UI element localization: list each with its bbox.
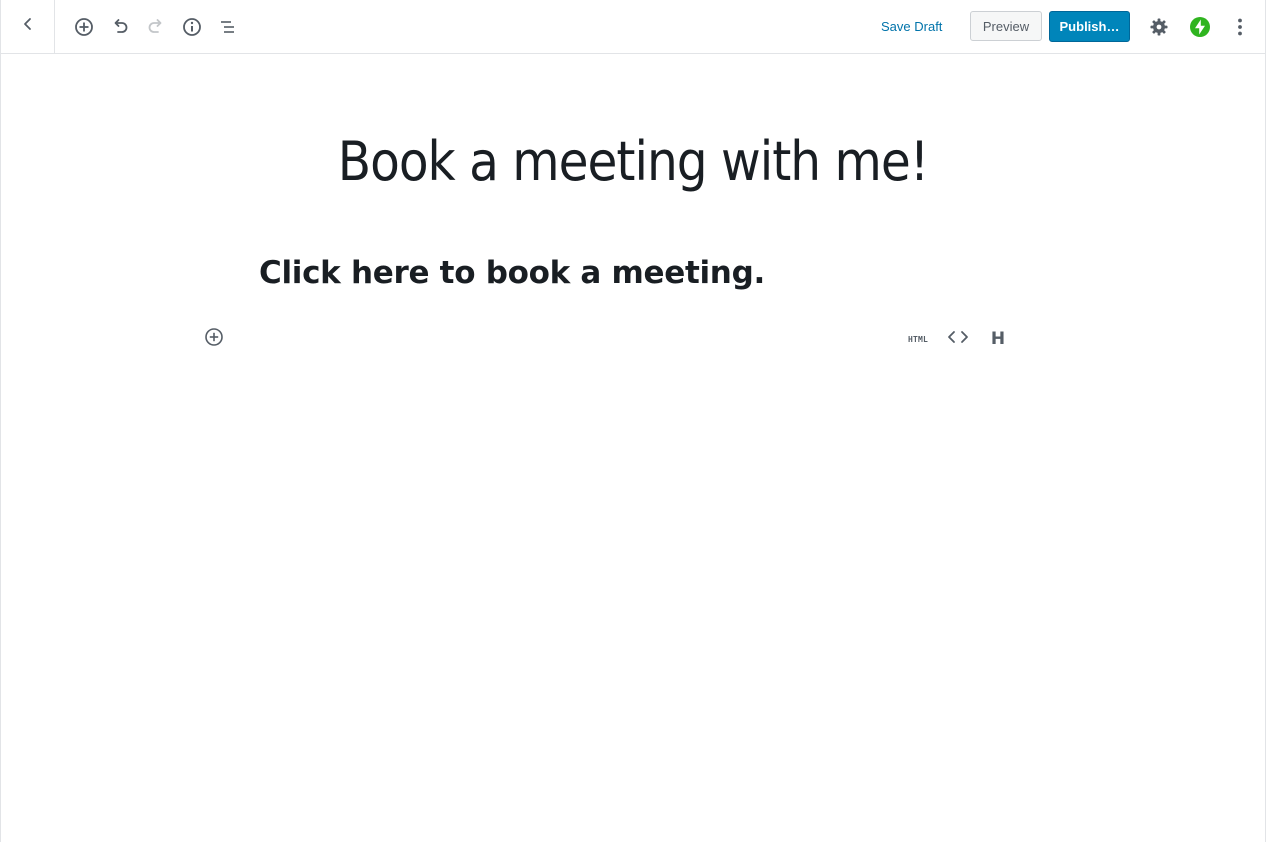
code-brackets-icon bbox=[947, 330, 969, 349]
publish-button[interactable]: Publish… bbox=[1049, 11, 1130, 42]
undo-icon bbox=[110, 17, 130, 37]
editor-canvas: Book a meeting with me! Click here to bo… bbox=[1, 55, 1265, 842]
post-title[interactable]: Book a meeting with me! bbox=[1, 127, 1265, 197]
undo-button[interactable] bbox=[106, 13, 134, 41]
editor-header-toolbar: Save Draft Preview Publish… bbox=[1, 0, 1265, 54]
vertical-ellipsis-icon bbox=[1230, 17, 1250, 37]
content-structure-button[interactable] bbox=[178, 13, 206, 41]
back-button[interactable] bbox=[1, 0, 55, 53]
custom-html-block-shortcut[interactable]: HTML bbox=[901, 325, 935, 353]
jetpack-bolt-icon bbox=[1189, 16, 1211, 38]
preview-button[interactable]: Preview bbox=[970, 11, 1042, 41]
block-inserter-button[interactable] bbox=[201, 326, 227, 352]
more-menu-button[interactable] bbox=[1226, 13, 1254, 41]
block-navigation-button[interactable] bbox=[214, 13, 242, 41]
add-block-button[interactable] bbox=[70, 13, 98, 41]
settings-button[interactable] bbox=[1145, 13, 1173, 41]
chevron-left-icon bbox=[21, 17, 35, 36]
plus-circle-icon bbox=[204, 327, 224, 352]
gear-icon bbox=[1149, 17, 1169, 37]
save-draft-button[interactable]: Save Draft bbox=[873, 14, 950, 40]
info-icon bbox=[182, 17, 202, 37]
block-editor-window: Save Draft Preview Publish… Book a meeti… bbox=[0, 0, 1266, 842]
plus-circle-icon bbox=[74, 17, 94, 37]
heading-block[interactable]: Click here to book a meeting. bbox=[259, 251, 765, 295]
jetpack-button[interactable] bbox=[1186, 13, 1214, 41]
code-block-shortcut[interactable] bbox=[944, 325, 972, 353]
redo-button[interactable] bbox=[142, 13, 170, 41]
redo-icon bbox=[146, 17, 166, 37]
heading-block-shortcut[interactable]: H bbox=[985, 325, 1011, 353]
list-outline-icon bbox=[218, 17, 238, 37]
